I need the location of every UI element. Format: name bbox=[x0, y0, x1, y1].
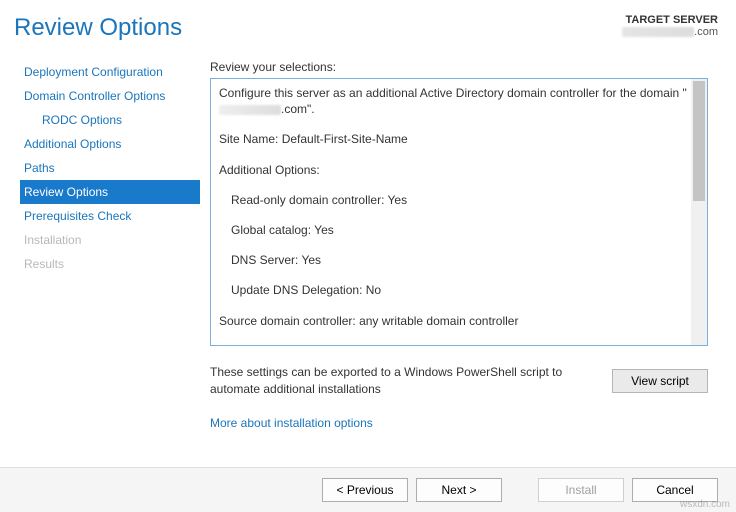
redacted-domain bbox=[219, 105, 281, 115]
nav-prerequisites-check[interactable]: Prerequisites Check bbox=[20, 204, 200, 228]
line-dns-server: DNS Server: Yes bbox=[219, 252, 699, 268]
redacted-hostname bbox=[622, 27, 694, 37]
nav-paths[interactable]: Paths bbox=[20, 156, 200, 180]
previous-button[interactable]: < Previous bbox=[322, 478, 408, 502]
export-description: These settings can be exported to a Wind… bbox=[210, 364, 570, 398]
target-server-block: TARGET SERVER .com bbox=[622, 14, 718, 42]
scrollbar[interactable] bbox=[691, 79, 707, 345]
nav-rodc-options[interactable]: RODC Options bbox=[20, 108, 200, 132]
line-site-name: Site Name: Default-First-Site-Name bbox=[219, 131, 699, 147]
line-source-dc: Source domain controller: any writable d… bbox=[219, 313, 699, 329]
nav-deployment-configuration[interactable]: Deployment Configuration bbox=[20, 60, 200, 84]
cancel-button[interactable]: Cancel bbox=[632, 478, 718, 502]
wizard-sidebar: Deployment Configuration Domain Controll… bbox=[0, 50, 200, 430]
line-additional-options: Additional Options: bbox=[219, 162, 699, 178]
target-server-label: TARGET SERVER bbox=[622, 14, 718, 26]
nav-results: Results bbox=[20, 252, 200, 276]
review-selections-content: Configure this server as an additional A… bbox=[211, 79, 707, 345]
nav-installation: Installation bbox=[20, 228, 200, 252]
next-button[interactable]: Next > bbox=[416, 478, 502, 502]
review-selections-box[interactable]: Configure this server as an additional A… bbox=[210, 78, 708, 346]
line-configure: Configure this server as an additional A… bbox=[219, 85, 699, 117]
install-button: Install bbox=[538, 478, 624, 502]
page-title: Review Options bbox=[14, 14, 182, 42]
wizard-footer: < Previous Next > Install Cancel bbox=[0, 467, 736, 512]
review-selections-label: Review your selections: bbox=[210, 60, 718, 74]
target-server-value: .com bbox=[622, 26, 718, 38]
nav-domain-controller-options[interactable]: Domain Controller Options bbox=[20, 84, 200, 108]
line-dns-delegation: Update DNS Delegation: No bbox=[219, 282, 699, 298]
line-global-catalog: Global catalog: Yes bbox=[219, 222, 699, 238]
more-about-link[interactable]: More about installation options bbox=[210, 416, 373, 430]
line-rodc: Read-only domain controller: Yes bbox=[219, 192, 699, 208]
nav-additional-options[interactable]: Additional Options bbox=[20, 132, 200, 156]
nav-review-options[interactable]: Review Options bbox=[20, 180, 200, 204]
view-script-button[interactable]: View script bbox=[612, 369, 708, 393]
scrollbar-thumb[interactable] bbox=[693, 81, 705, 201]
